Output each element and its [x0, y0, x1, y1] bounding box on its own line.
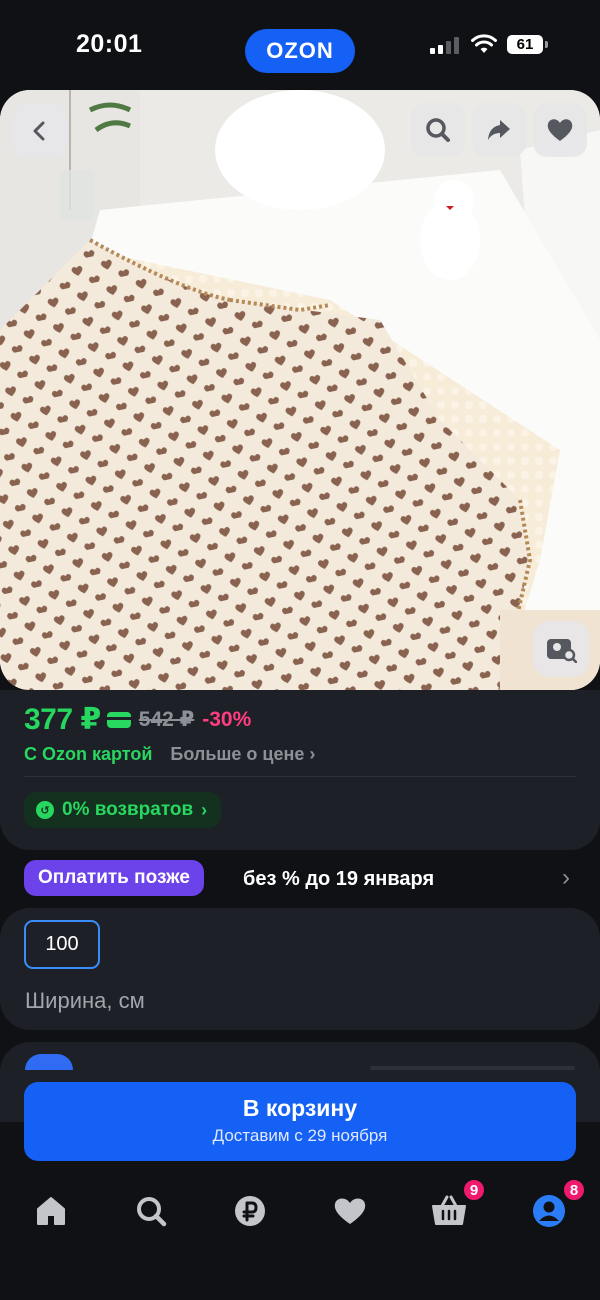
bottom-nav: 9 8: [0, 1161, 600, 1300]
basket-icon: [432, 1195, 466, 1225]
profile-badge: 8: [561, 1177, 587, 1203]
share-icon: [488, 120, 510, 140]
back-icon: [33, 121, 45, 141]
current-price: 377 ₽: [24, 703, 101, 736]
profile-icon: [533, 1195, 565, 1227]
ozon-card-label: С Ozon картой: [24, 744, 153, 764]
nav-favorites[interactable]: [328, 1189, 372, 1233]
price-row: 377 ₽ 542 ₽ -30%: [24, 702, 251, 737]
cellular-signal-icon: [430, 37, 459, 54]
nav-cart[interactable]: 9: [427, 1177, 487, 1233]
status-bar: 20:01 OZON 61: [0, 0, 600, 90]
chevron-right-icon: ›: [562, 864, 570, 891]
old-price: 542 ₽: [138, 708, 195, 731]
delivery-date-label: Доставим с 29 ноября: [212, 1126, 388, 1145]
favorite-button[interactable]: [533, 103, 587, 157]
search-icon: [426, 118, 450, 142]
photo-search-button[interactable]: [533, 621, 589, 677]
returns-badge[interactable]: ↺ 0% возвратов ›: [24, 792, 222, 828]
size-label: Ширина, см: [25, 988, 145, 1013]
back-button[interactable]: [13, 104, 67, 158]
nav-profile[interactable]: 8: [527, 1177, 587, 1233]
returns-label: 0% возвратов: [62, 799, 194, 820]
nav-home[interactable]: [29, 1189, 73, 1233]
size-option-selected[interactable]: 100: [24, 920, 100, 969]
seller-logo: [25, 1054, 73, 1070]
divider: [24, 776, 576, 777]
chevron-right-icon: ›: [201, 799, 208, 820]
search-button[interactable]: [411, 103, 465, 157]
search-icon: [137, 1197, 167, 1227]
pay-later-badge: Оплатить позже: [24, 860, 204, 896]
size-section: 100 Ширина, см: [0, 908, 600, 1030]
ozon-logo[interactable]: OZON: [245, 29, 355, 73]
return-icon: ↺: [36, 801, 54, 819]
home-icon: [37, 1197, 65, 1225]
cart-badge: 9: [461, 1177, 487, 1203]
product-photo: [0, 90, 600, 690]
heart-icon: [547, 119, 573, 141]
battery-icon: 61: [507, 35, 548, 54]
nav-search[interactable]: [129, 1189, 173, 1233]
add-to-cart-label: В корзину: [242, 1095, 358, 1121]
wifi-icon: [471, 34, 497, 53]
heart-icon: [334, 1198, 366, 1224]
nav-finance[interactable]: [228, 1189, 272, 1233]
placeholder-line: [370, 1066, 575, 1070]
ozon-card-icon: [106, 711, 131, 728]
share-button[interactable]: [472, 103, 526, 157]
photo-search-icon: [547, 639, 577, 663]
price-subline: С Ozon картой Больше о цене: [24, 744, 315, 765]
ruble-icon: [235, 1196, 265, 1226]
product-image[interactable]: [0, 90, 600, 690]
add-to-cart-button[interactable]: В корзину Доставим с 29 ноября: [24, 1082, 576, 1161]
pay-later-row[interactable]: Оплатить позже без % до 19 января ›: [0, 850, 600, 906]
more-about-price-link[interactable]: Больше о цене: [170, 744, 315, 765]
discount-badge: -30%: [202, 707, 252, 731]
status-time: 20:01: [76, 30, 143, 58]
price-section: 377 ₽ 542 ₽ -30% С Ozon картой Больше о …: [0, 690, 600, 850]
pay-later-text: без % до 19 января: [243, 868, 435, 890]
